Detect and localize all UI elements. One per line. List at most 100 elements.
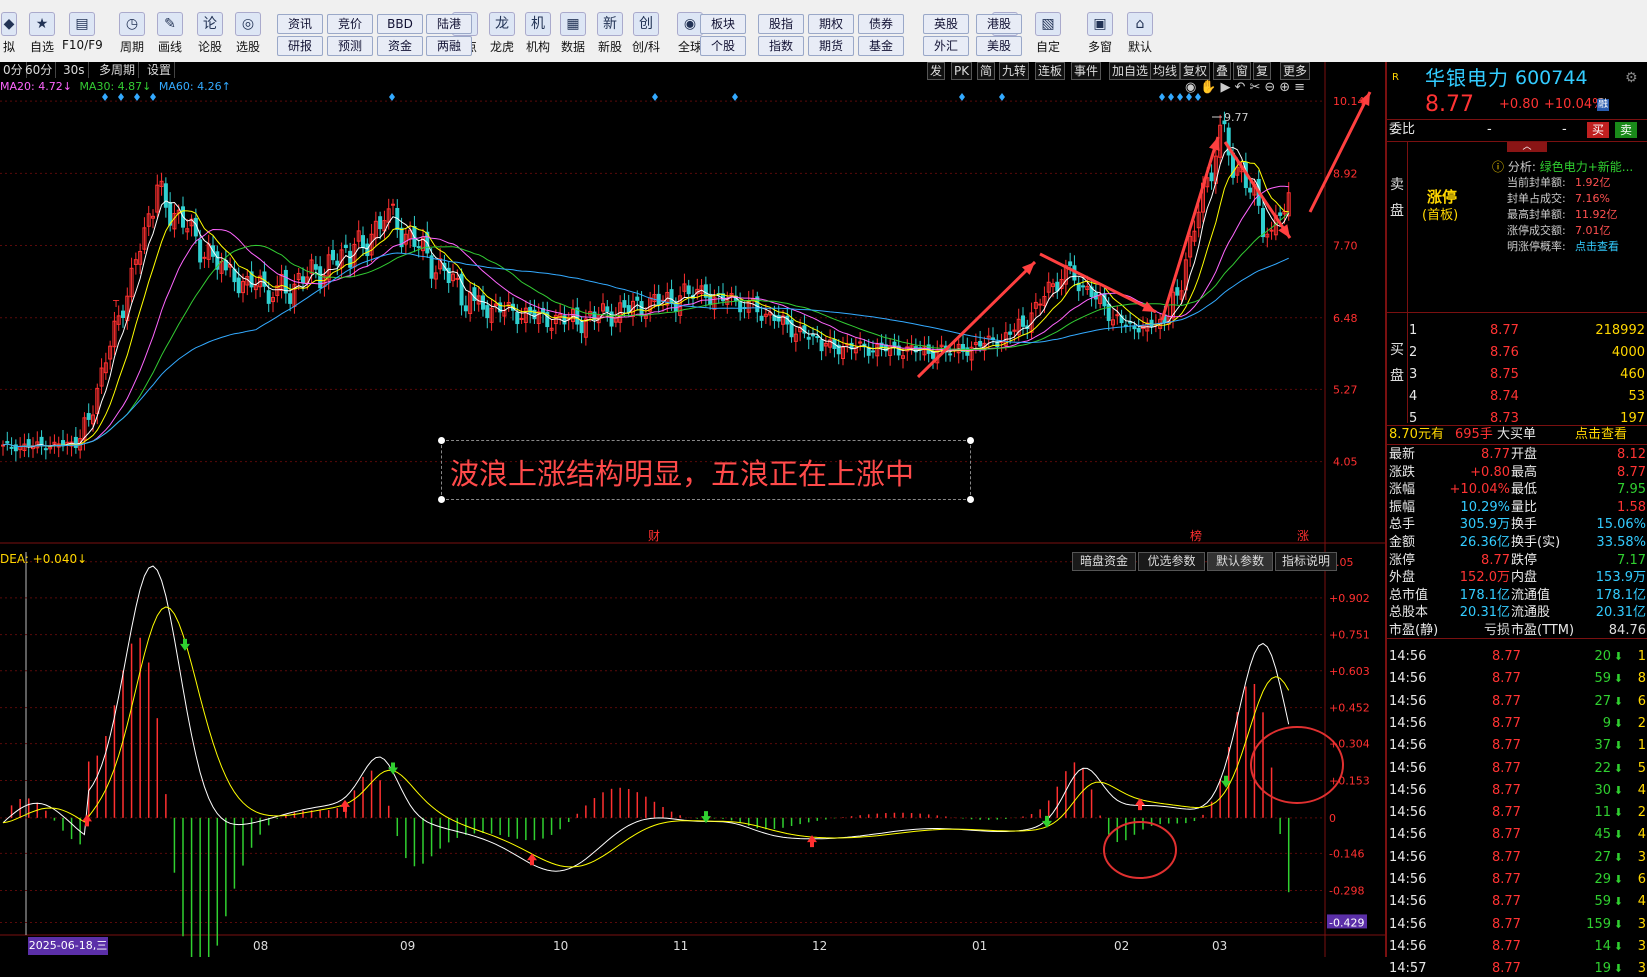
limit-info-key: 明涨停概率: — [1507, 240, 1566, 253]
text-annotation[interactable]: 波浪上涨结构明显，五浪正在上涨中 — [438, 437, 974, 503]
toolbar-label: 自选 — [29, 40, 54, 54]
indicator-tab-0[interactable]: 暗盘资金 — [1072, 552, 1136, 571]
bid-row[interactable]: 3 8.75 460 — [1387, 366, 1647, 383]
event-marker[interactable] — [389, 93, 395, 101]
toolbar-button-0[interactable]: 资讯 — [277, 14, 323, 34]
resize-handle[interactable] — [967, 437, 974, 444]
undo-icon[interactable]: ↶ — [1235, 80, 1250, 95]
candle-body — [121, 310, 125, 318]
limit-up-marker[interactable]: 涨 — [1297, 528, 1309, 543]
resize-handle[interactable] — [438, 437, 445, 444]
resize-handle[interactable] — [438, 496, 445, 503]
wave-arrow[interactable] — [1223, 141, 1292, 239]
toolbar-item-3[interactable]: ◷ 周期 — [112, 12, 152, 55]
toolbar-button-4[interactable]: 板块 — [700, 14, 746, 34]
event-marker[interactable] — [102, 93, 108, 101]
play-icon[interactable]: ▶ — [1221, 80, 1235, 95]
buy-button[interactable]: 买 — [1587, 122, 1609, 138]
event-marker[interactable] — [999, 93, 1005, 101]
toolbar-item-1[interactable]: ★ 自选 — [22, 12, 62, 55]
event-marker[interactable] — [1168, 93, 1174, 101]
zoom-out-icon[interactable]: ⊖ — [1264, 80, 1279, 95]
toolbar-item-0[interactable]: ◆ 拟 — [0, 12, 18, 55]
indicator-tab-1[interactable]: 优选参数 — [1138, 552, 1205, 571]
toolbar-item-16[interactable]: ▣ 多窗 — [1080, 12, 1120, 55]
dea-line — [2, 606, 1290, 868]
toolbar-button-bottom-5[interactable]: 指数 — [758, 36, 804, 56]
toolbar-button-bottom-6[interactable]: 期货 — [808, 36, 854, 56]
tick-volume: 45 — [1594, 827, 1611, 843]
event-marker[interactable] — [1159, 93, 1165, 101]
tick-count: 8 — [1637, 671, 1646, 687]
scissors-icon[interactable]: ✂ — [1249, 80, 1264, 95]
event-marker[interactable] — [134, 93, 140, 101]
toolbar-button-bottom-9[interactable]: 美股 — [976, 36, 1022, 56]
event-marker[interactable] — [732, 93, 738, 101]
toolbar-button-6[interactable]: 期权 — [808, 14, 854, 34]
toolbar-button-bottom-1[interactable]: 预测 — [327, 36, 373, 56]
quote-value: 7.17 — [1617, 552, 1646, 568]
toolbar-button-8[interactable]: 英股 — [923, 14, 969, 34]
toolbar-item-9[interactable]: 机机构 — [518, 12, 558, 55]
event-marker[interactable] — [959, 93, 965, 101]
highlight-circle[interactable] — [1103, 821, 1177, 879]
toolbar-button-bottom-0[interactable]: 研报 — [277, 36, 323, 56]
quote-key: 换手 — [1511, 517, 1538, 533]
price-chart[interactable]: 9.77财榜涨T 10.148.927.706.485.274.051.05+0… — [0, 62, 1385, 957]
toolbar-button-bottom-4[interactable]: 个股 — [700, 36, 746, 56]
eye-icon[interactable]: ◉ — [1185, 80, 1200, 95]
signal-arrow — [340, 799, 350, 812]
toolbar-item-12[interactable]: 创创/科 — [626, 12, 666, 55]
toolbar-item-17[interactable]: ⌂ 默认 — [1120, 12, 1160, 55]
candle-body — [1055, 281, 1060, 292]
wave-arrow[interactable] — [1160, 136, 1220, 321]
bid-row[interactable]: 2 8.76 4000 — [1387, 344, 1647, 361]
toolbar-button-1[interactable]: 竞价 — [327, 14, 373, 34]
event-marker[interactable] — [652, 93, 658, 101]
hand-icon[interactable]: ✋ — [1200, 80, 1220, 95]
toolbar-button-7[interactable]: 债券 — [858, 14, 904, 34]
toolbar-item-6[interactable]: ◎ 选股 — [228, 12, 268, 55]
toolbar-icon: 新 — [597, 12, 623, 36]
toolbar-button-bottom-7[interactable]: 基金 — [858, 36, 904, 56]
quote-row: 涨幅 +10.04% 最低 7.95 — [1387, 481, 1647, 498]
sell-button[interactable]: 卖 — [1615, 122, 1637, 138]
menu-icon[interactable]: ≡ — [1294, 80, 1309, 95]
toolbar-button-3[interactable]: 陆港 — [426, 14, 472, 34]
toolbar-button-2[interactable]: BBD — [377, 14, 423, 34]
limit-info-value[interactable]: 点击查看 — [1575, 239, 1619, 255]
indicator-tab-3[interactable]: 指标说明 — [1275, 552, 1337, 571]
finance-marker[interactable]: 财 — [648, 529, 660, 543]
toolbar-item-4[interactable]: ✎ 画线 — [150, 12, 190, 55]
settings-icon[interactable]: ⚙ — [1625, 64, 1638, 92]
candle-body — [43, 448, 48, 451]
event-marker[interactable] — [150, 93, 156, 101]
analysis-value[interactable]: 绿色电力+新能... — [1540, 160, 1634, 174]
bid-volume: 460 — [1620, 367, 1645, 382]
toolbar-button-bottom-8[interactable]: 外汇 — [923, 36, 969, 56]
bid-row[interactable]: 1 8.77 218992 — [1387, 322, 1647, 339]
toolbar-item-8[interactable]: 龙龙虎 — [482, 12, 522, 55]
toolbar-item-5[interactable]: 论论股 — [190, 12, 230, 55]
candle-body — [605, 306, 610, 312]
wave-arrow[interactable] — [1308, 91, 1372, 213]
bid-row[interactable]: 4 8.74 53 — [1387, 388, 1647, 405]
event-marker[interactable] — [1177, 93, 1183, 101]
toolbar-icon: ★ — [29, 12, 55, 36]
signal-arrow — [527, 853, 537, 866]
event-marker[interactable] — [118, 93, 124, 101]
zoom-in-icon[interactable]: ⊕ — [1279, 80, 1294, 95]
rank-marker[interactable]: 榜 — [1190, 528, 1202, 543]
toolbar-item-15[interactable]: ▧ 自定 — [1028, 12, 1068, 55]
bigorder-link[interactable]: 点击查看 — [1575, 426, 1627, 443]
indicator-tab-2[interactable]: 默认参数 — [1207, 552, 1273, 571]
toolbar-button-9[interactable]: 港股 — [976, 14, 1022, 34]
toolbar-item-11[interactable]: 新新股 — [590, 12, 630, 55]
toolbar-button-bottom-3[interactable]: 两融 — [426, 36, 472, 56]
toolbar-item-2[interactable]: ▤ F10/F9 — [62, 12, 103, 52]
resize-handle[interactable] — [967, 496, 974, 503]
toolbar-item-10[interactable]: ▦ 数据 — [553, 12, 593, 55]
collapse-icon[interactable]: ︿ — [1507, 142, 1547, 152]
toolbar-button-5[interactable]: 股指 — [758, 14, 804, 34]
toolbar-button-bottom-2[interactable]: 资金 — [377, 36, 423, 56]
